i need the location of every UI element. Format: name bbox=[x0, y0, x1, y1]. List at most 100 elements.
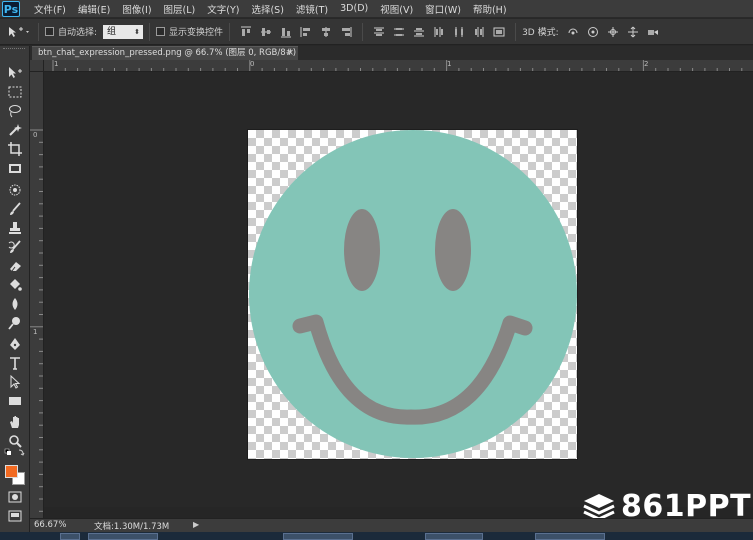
taskbar-button[interactable] bbox=[88, 533, 158, 540]
ruler-label: 1 bbox=[54, 60, 59, 68]
healing-brush-tool-icon[interactable] bbox=[6, 182, 24, 198]
history-brush-tool-icon[interactable] bbox=[6, 239, 24, 255]
smiley-right-eye bbox=[435, 209, 471, 291]
pen-tool-icon[interactable] bbox=[6, 336, 24, 352]
smiley-artwork bbox=[249, 130, 577, 458]
3d-mode-label: 3D 模式: bbox=[522, 28, 559, 38]
type-tool-icon[interactable] bbox=[6, 355, 24, 371]
3d-pan-icon[interactable] bbox=[607, 26, 619, 38]
move-tool-preset-icon[interactable] bbox=[6, 25, 32, 39]
quick-mask-icon[interactable] bbox=[6, 489, 24, 505]
document-size-info: 文档:1.30M/1.73M bbox=[94, 522, 170, 532]
screen-mode-icon[interactable] bbox=[6, 508, 24, 524]
auto-align-icon[interactable] bbox=[493, 26, 505, 38]
photoshop-logo: Ps bbox=[2, 0, 20, 17]
separator bbox=[362, 22, 364, 41]
dropdown-arrow-icon: ⬍ bbox=[134, 27, 141, 36]
options-bar: 自动选择: 组 ⬍ 显示变换控件 3D 模式: bbox=[0, 19, 753, 45]
align-hcenter-icon[interactable] bbox=[320, 26, 332, 38]
distribute-bottom-icon[interactable] bbox=[413, 26, 425, 38]
paint-bucket-tool-icon[interactable] bbox=[6, 277, 24, 293]
ruler-origin[interactable] bbox=[30, 60, 44, 72]
horizontal-ruler[interactable]: 1 0 1 2 bbox=[44, 60, 753, 72]
smiley-left-eye bbox=[344, 209, 380, 291]
separator bbox=[229, 22, 231, 41]
zoom-tool-icon[interactable] bbox=[6, 433, 24, 449]
align-top-icon[interactable] bbox=[240, 26, 252, 38]
marquee-tool-icon[interactable] bbox=[6, 84, 24, 100]
status-bar: 66.67% 文档:1.30M/1.73M ▶ bbox=[30, 518, 753, 532]
3d-scale-icon[interactable] bbox=[647, 26, 659, 38]
menu-file[interactable]: 文件(F) bbox=[34, 2, 66, 16]
distribute-right-icon[interactable] bbox=[473, 26, 485, 38]
distribute-top-icon[interactable] bbox=[373, 26, 385, 38]
menu-help[interactable]: 帮助(H) bbox=[473, 2, 507, 16]
show-transform-checkbox[interactable] bbox=[156, 27, 166, 36]
taskbar-button[interactable] bbox=[535, 533, 605, 540]
ruler-label: 2 bbox=[644, 60, 649, 68]
3d-roll-icon[interactable] bbox=[587, 26, 599, 38]
brush-tool-icon[interactable] bbox=[6, 201, 24, 217]
close-tab-icon[interactable]: × bbox=[286, 47, 294, 60]
align-bottom-icon[interactable] bbox=[280, 26, 292, 38]
ruler-label: 1 bbox=[33, 328, 38, 336]
menu-3d[interactable]: 3D(D) bbox=[340, 3, 368, 14]
path-selection-tool-icon[interactable] bbox=[6, 374, 24, 390]
blur-tool-icon[interactable] bbox=[6, 296, 24, 312]
menu-layer[interactable]: 图层(L) bbox=[164, 2, 196, 16]
layers-logo-icon bbox=[583, 493, 615, 521]
taskbar-button[interactable] bbox=[60, 533, 80, 540]
separator bbox=[38, 22, 39, 41]
taskbar-button[interactable] bbox=[283, 533, 353, 540]
crop-tool-icon[interactable] bbox=[6, 141, 24, 157]
ruler-label: 0 bbox=[250, 60, 255, 68]
ruler-label: 0 bbox=[33, 131, 38, 139]
distribute-left-icon[interactable] bbox=[433, 26, 445, 38]
hand-tool-icon[interactable] bbox=[6, 414, 24, 430]
lasso-tool-icon[interactable] bbox=[6, 103, 24, 119]
menu-type[interactable]: 文字(Y) bbox=[207, 2, 239, 16]
align-right-icon[interactable] bbox=[340, 26, 352, 38]
menu-edit[interactable]: 编辑(E) bbox=[78, 2, 110, 16]
zoom-level-field[interactable]: 66.67% bbox=[34, 520, 66, 530]
dodge-tool-icon[interactable] bbox=[6, 315, 24, 331]
align-left-icon[interactable] bbox=[300, 26, 312, 38]
default-colors-icon[interactable] bbox=[4, 448, 26, 458]
rectangle-tool-icon[interactable] bbox=[6, 393, 24, 409]
distribute-vcenter-icon[interactable] bbox=[393, 26, 405, 38]
tools-panel bbox=[0, 46, 30, 532]
3d-slide-icon[interactable] bbox=[627, 26, 639, 38]
ruler-label: 1 bbox=[447, 60, 452, 68]
clone-stamp-tool-icon[interactable] bbox=[6, 220, 24, 236]
quick-selection-tool-icon[interactable] bbox=[6, 122, 24, 138]
auto-select-label: 自动选择: bbox=[58, 28, 98, 38]
separator bbox=[149, 22, 151, 41]
foreground-color-swatch[interactable] bbox=[5, 465, 18, 478]
document-tab-bar: btn_chat_expression_pressed.png @ 66.7% … bbox=[30, 46, 753, 60]
auto-select-dropdown[interactable]: 组 ⬍ bbox=[103, 24, 144, 39]
canvas-workspace[interactable] bbox=[44, 72, 753, 518]
vertical-ruler[interactable]: 0 1 bbox=[30, 72, 44, 518]
menu-bar: Ps 文件(F) 编辑(E) 图像(I) 图层(L) 文字(Y) 选择(S) 滤… bbox=[0, 0, 753, 18]
eyedropper-tool-icon[interactable] bbox=[6, 160, 24, 176]
eraser-tool-icon[interactable] bbox=[6, 258, 24, 274]
menu-view[interactable]: 视图(V) bbox=[380, 2, 413, 16]
os-taskbar bbox=[0, 532, 753, 540]
panel-grip[interactable] bbox=[3, 48, 25, 51]
menu-image[interactable]: 图像(I) bbox=[122, 2, 151, 16]
menu-select[interactable]: 选择(S) bbox=[251, 2, 283, 16]
document-tab[interactable]: btn_chat_expression_pressed.png @ 66.7% … bbox=[32, 46, 298, 60]
menu-filter[interactable]: 滤镜(T) bbox=[296, 2, 328, 16]
menu-window[interactable]: 窗口(W) bbox=[425, 2, 461, 16]
document-canvas[interactable] bbox=[248, 130, 577, 459]
taskbar-button[interactable] bbox=[425, 533, 483, 540]
auto-select-checkbox[interactable] bbox=[45, 27, 54, 36]
status-menu-arrow-icon[interactable]: ▶ bbox=[193, 520, 199, 529]
move-tool-icon[interactable] bbox=[6, 65, 24, 81]
show-transform-label: 显示变换控件 bbox=[169, 28, 224, 38]
distribute-hcenter-icon[interactable] bbox=[453, 26, 465, 38]
separator bbox=[515, 22, 517, 41]
auto-select-value: 组 bbox=[107, 26, 117, 37]
3d-rotate-icon[interactable] bbox=[567, 26, 579, 38]
align-vcenter-icon[interactable] bbox=[260, 26, 272, 38]
